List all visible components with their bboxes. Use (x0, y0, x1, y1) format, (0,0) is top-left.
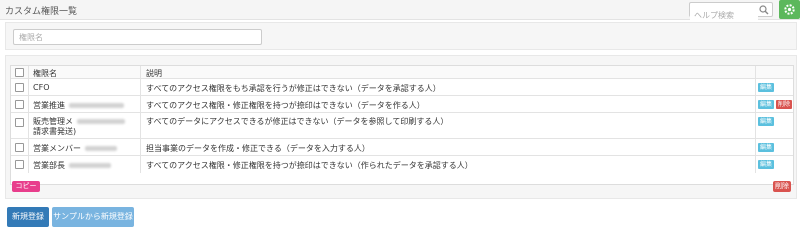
page-title: カスタム権限一覧 (5, 7, 78, 17)
permission-description: すべてのアクセス権限をもち承認を行うが修正はできない（データを承認する人） (146, 84, 441, 93)
table-row: 営業推進 すべてのアクセス権限・修正権限を持つが捺印はできない（データを作る人）… (11, 96, 793, 113)
row-checkbox[interactable] (15, 83, 24, 92)
permission-table: 権限名 説明 CFO すべてのアクセス権限をもち承認を行うが修正はできない（デー… (10, 65, 794, 185)
permission-name: 営業推進 (33, 101, 65, 110)
copy-button[interactable]: コピー (12, 181, 40, 192)
delete-selected-button[interactable]: 削除 (773, 181, 791, 192)
new-from-sample-button[interactable]: サンプルから新規登録 (52, 207, 134, 227)
permission-name: 営業部長 (33, 161, 65, 170)
column-header-description: 説明 (146, 69, 162, 78)
new-register-button[interactable]: 新規登録 (7, 207, 49, 227)
row-checkbox[interactable] (15, 160, 24, 169)
permission-description: 担当事業のデータを作成・修正できる（データを入力する人） (146, 144, 370, 153)
redacted-name (77, 119, 125, 124)
gear-icon (784, 4, 795, 15)
table-row: 営業部長 すべてのアクセス権限・修正権限を持つが捺印はできない（作られたデータを… (11, 156, 793, 173)
table-row: 販売管理メ 請求書発送) すべてのデータにアクセスできるが修正はできない（データ… (11, 113, 793, 139)
row-checkbox[interactable] (15, 143, 24, 152)
permission-name: CFO (33, 83, 50, 92)
table-header: 権限名 説明 (11, 66, 793, 79)
redacted-name (85, 146, 117, 151)
permission-name: 販売管理メ (33, 117, 73, 126)
help-search-input[interactable] (690, 9, 758, 22)
help-search-box[interactable] (689, 2, 773, 22)
row-checkbox[interactable] (15, 100, 24, 109)
column-header-name: 権限名 (33, 69, 57, 78)
search-icon[interactable] (759, 5, 769, 15)
redacted-name (69, 103, 124, 108)
table-row: 営業メンバー 担当事業のデータを作成・修正できる（データを入力する人） 編集 (11, 139, 793, 156)
edit-button[interactable]: 編集 (758, 160, 774, 169)
row-checkbox[interactable] (15, 118, 24, 127)
permission-name-line2: 請求書発送) (33, 127, 77, 136)
edit-button[interactable]: 編集 (758, 100, 774, 109)
permission-table-panel: 権限名 説明 CFO すべてのアクセス権限をもち承認を行うが修正はできない（デー… (5, 55, 797, 199)
filter-panel (5, 22, 797, 50)
delete-button[interactable]: 削除 (776, 100, 792, 109)
permission-name: 営業メンバー (33, 144, 81, 153)
permission-description: すべてのアクセス権限・修正権限を持つが捺印はできない（作られたデータを承認する人… (146, 161, 473, 170)
top-bar: カスタム権限一覧 (0, 0, 800, 22)
permission-description: すべてのアクセス権限・修正権限を持つが捺印はできない（データを作る人） (146, 101, 425, 110)
edit-button[interactable]: 編集 (758, 83, 774, 92)
redacted-name (69, 163, 111, 168)
edit-button[interactable]: 編集 (758, 117, 774, 126)
select-all-checkbox[interactable] (15, 68, 24, 77)
permission-name-filter-input[interactable] (13, 29, 262, 45)
edit-button[interactable]: 編集 (758, 143, 774, 152)
table-row: CFO すべてのアクセス権限をもち承認を行うが修正はできない（データを承認する人… (11, 79, 793, 96)
settings-button[interactable] (779, 0, 800, 19)
permission-description: すべてのデータにアクセスできるが修正はできない（データを参照して印刷する人） (146, 117, 449, 126)
